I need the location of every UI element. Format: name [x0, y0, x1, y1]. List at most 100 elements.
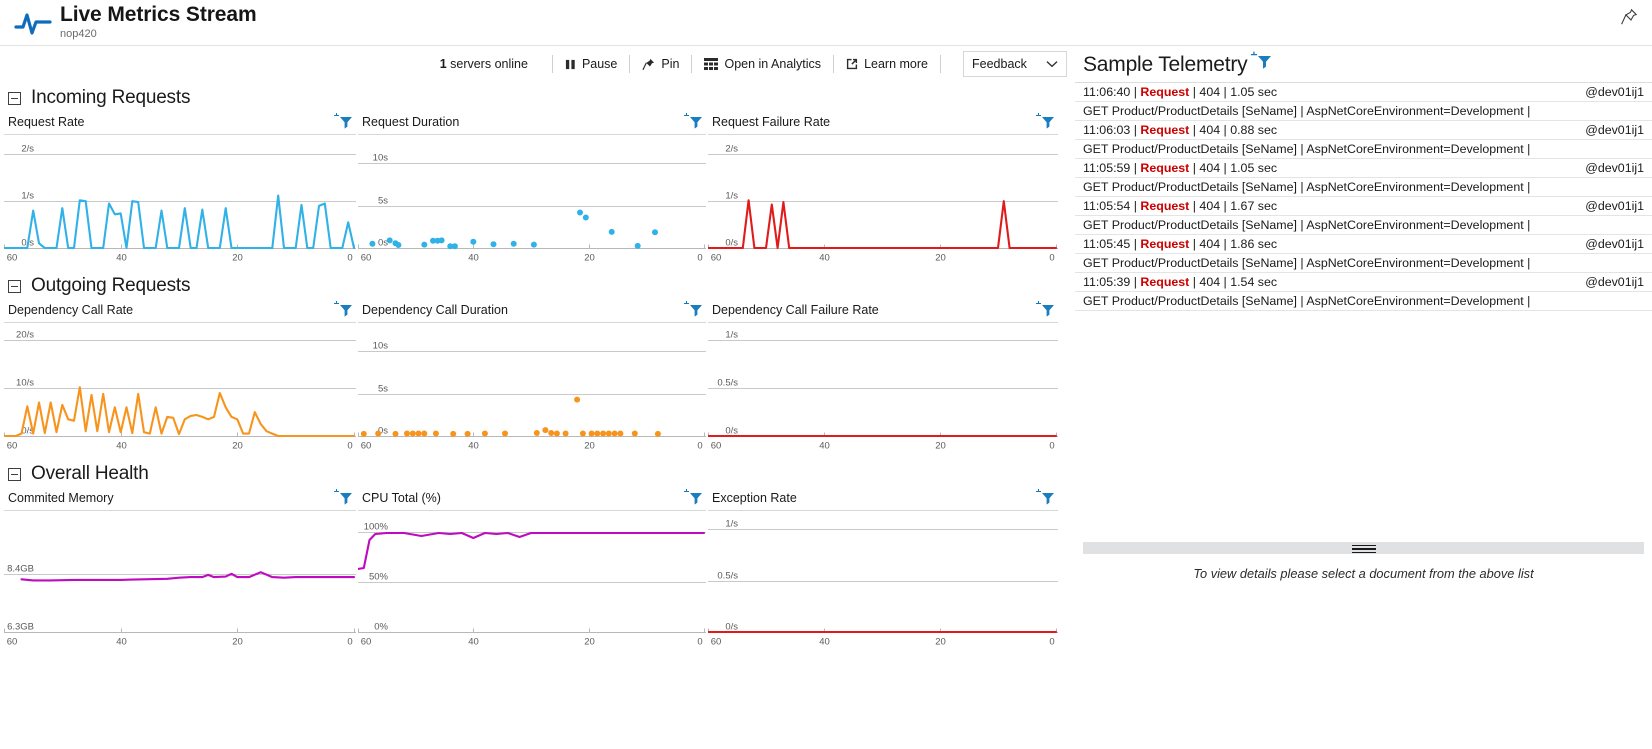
add-filter-icon[interactable]: [680, 300, 702, 320]
svg-text:0: 0: [1049, 253, 1054, 264]
list-item[interactable]: 11:05:45 | Request | 404 | 1.86 sec @dev…: [1075, 235, 1652, 254]
pin-button[interactable]: Pin: [640, 55, 681, 73]
add-filter-icon[interactable]: [680, 488, 702, 508]
telemetry-time: 11:05:59: [1083, 161, 1131, 175]
svg-text:40: 40: [468, 441, 479, 452]
svg-text:10/s: 10/s: [16, 378, 34, 389]
list-item[interactable]: GET Product/ProductDetails [SeName] | As…: [1075, 292, 1652, 311]
add-filter-icon[interactable]: [330, 488, 352, 508]
list-item[interactable]: GET Product/ProductDetails [SeName] | As…: [1075, 102, 1652, 121]
sample-telemetry-pane: Sample Telemetry 11:06:40 | Request | 40…: [1075, 46, 1652, 749]
telemetry-summary: 11:05:45 | Request | 404 | 1.86 sec: [1083, 237, 1278, 251]
analytics-grid-icon: [704, 58, 719, 70]
list-item[interactable]: 11:06:03 | Request | 404 | 0.88 sec @dev…: [1075, 121, 1652, 140]
chart-cpu-total: CPU Total (%) 0% 50% 100% 60 40 20 0: [358, 488, 708, 650]
chart-commited-memory: Commited Memory 6.3GB 8.4GB 60 40 20 0: [4, 488, 358, 650]
svg-text:60: 60: [361, 637, 372, 648]
list-item[interactable]: 11:05:59 | Request | 404 | 1.05 sec @dev…: [1075, 159, 1652, 178]
chart-request-failure-rate: Request Failure Rate 0/s 1/s 2/s 60 40 20 0: [708, 112, 1060, 266]
open-in-analytics-button[interactable]: Open in Analytics: [702, 55, 823, 73]
svg-text:40: 40: [468, 253, 479, 264]
svg-text:20: 20: [232, 441, 243, 452]
collapse-icon[interactable]: [8, 467, 21, 481]
list-item[interactable]: 11:06:40 | Request | 404 | 1.05 sec @dev…: [1075, 83, 1652, 102]
section-incoming-requests-header: Incoming Requests: [0, 82, 1075, 114]
toolbar-divider: [940, 55, 941, 73]
svg-text:40: 40: [819, 253, 830, 264]
svg-text:50%: 50%: [369, 572, 389, 583]
list-item[interactable]: 11:05:39 | Request | 404 | 1.54 sec @dev…: [1075, 273, 1652, 292]
svg-text:0.5/s: 0.5/s: [717, 378, 738, 389]
learn-more-button[interactable]: Learn more: [844, 55, 930, 73]
svg-text:60: 60: [7, 441, 18, 452]
telemetry-duration: 0.88 sec: [1230, 123, 1278, 137]
chart-canvas[interactable]: 0/s 1/s 2/s 60 40 20 0: [708, 134, 1060, 266]
toolbar-divider: [629, 55, 631, 73]
panel-splitter[interactable]: [1083, 542, 1644, 554]
chart-request-rate: Request Rate 0/s 1/s 2/s 60 40 20 0: [4, 112, 358, 266]
collapse-icon[interactable]: [8, 91, 21, 105]
external-link-icon: [846, 58, 858, 70]
list-item[interactable]: 11:05:54 | Request | 404 | 1.67 sec @dev…: [1075, 197, 1652, 216]
pin-icon[interactable]: [1620, 8, 1638, 26]
sample-telemetry-title: Sample Telemetry: [1083, 53, 1248, 76]
chart-request-duration: Request Duration 0s 5s 10s 60 40 20 0: [358, 112, 708, 266]
chart-canvas[interactable]: 0/s 1/s 2/s 60 40 20 0: [4, 134, 358, 266]
svg-text:0: 0: [347, 637, 352, 648]
svg-text:2/s: 2/s: [725, 144, 738, 155]
svg-text:0: 0: [697, 441, 702, 452]
chart-exception-rate: Exception Rate 0/s 0.5/s 1/s 60 40 20 0: [708, 488, 1060, 650]
svg-text:20: 20: [935, 253, 946, 264]
analytics-label: Open in Analytics: [724, 57, 822, 71]
chart-dependency-call-failure-rate: Dependency Call Failure Rate 0/s 0.5/s 1/s…: [708, 300, 1060, 454]
chart-canvas[interactable]: 0s 5s 10s 60 40 20 0: [358, 134, 708, 266]
add-filter-icon[interactable]: [1248, 49, 1272, 71]
telemetry-list[interactable]: 11:06:40 | Request | 404 | 1.05 sec @dev…: [1075, 82, 1652, 311]
chart-canvas[interactable]: 0% 50% 100% 60 40 20 0: [358, 510, 708, 650]
add-filter-icon[interactable]: [330, 112, 352, 132]
svg-text:60: 60: [711, 637, 722, 648]
telemetry-summary: 11:06:03 | Request | 404 | 0.88 sec: [1083, 123, 1278, 137]
detail-placeholder-message: To view details please select a document…: [1193, 566, 1534, 581]
svg-text:1/s: 1/s: [21, 191, 34, 202]
chart-canvas[interactable]: 0/s 10/s 20/s 60 40 20 0: [4, 322, 358, 454]
telemetry-summary: 11:05:59 | Request | 404 | 1.05 sec: [1083, 161, 1278, 175]
svg-text:0/s: 0/s: [725, 426, 738, 437]
chart-dependency-call-duration: Dependency Call Duration 0s 5s 10s 60 40 20 0: [358, 300, 708, 454]
chart-canvas[interactable]: 6.3GB 8.4GB 60 40 20 0: [4, 510, 358, 650]
chart-canvas[interactable]: 0s 5s 10s 60 40 20 0: [358, 322, 708, 454]
toolbar-divider: [551, 55, 553, 73]
svg-text:0%: 0%: [374, 622, 388, 633]
add-filter-icon[interactable]: [330, 300, 352, 320]
list-item[interactable]: GET Product/ProductDetails [SeName] | As…: [1075, 216, 1652, 235]
telemetry-time: 11:05:54: [1083, 199, 1131, 213]
telemetry-server: @dev01ij1: [1585, 161, 1644, 175]
pause-button[interactable]: Pause: [563, 55, 619, 73]
chevron-down-icon: [1046, 57, 1058, 71]
chart-row-incoming: Request Rate 0/s 1/s 2/s 60 40 20 0 Request Du…: [0, 112, 1075, 266]
svg-text:60: 60: [361, 253, 372, 264]
list-item[interactable]: GET Product/ProductDetails [SeName] | As…: [1075, 140, 1652, 159]
chart-canvas[interactable]: 0/s 0.5/s 1/s 60 40 20 0: [708, 510, 1060, 650]
telemetry-server: @dev01ij1: [1585, 123, 1644, 137]
add-filter-icon[interactable]: [1032, 488, 1054, 508]
list-item[interactable]: GET Product/ProductDetails [SeName] | As…: [1075, 254, 1652, 273]
chart-canvas[interactable]: 0/s 0.5/s 1/s 60 40 20 0: [708, 322, 1060, 454]
page-subtitle: nop420: [60, 28, 97, 40]
feedback-dropdown[interactable]: Feedback: [963, 51, 1067, 77]
add-filter-icon[interactable]: [1032, 112, 1054, 132]
toolbar-divider: [691, 55, 693, 73]
pin-icon: [642, 58, 655, 71]
list-item[interactable]: GET Product/ProductDetails [SeName] | As…: [1075, 178, 1652, 197]
collapse-icon[interactable]: [8, 279, 21, 293]
telemetry-server: @dev01ij1: [1585, 85, 1644, 99]
add-filter-icon[interactable]: [680, 112, 702, 132]
page-title: Live Metrics Stream: [60, 3, 257, 26]
svg-text:40: 40: [468, 637, 479, 648]
add-filter-icon[interactable]: [1032, 300, 1054, 320]
chart-row-health: Commited Memory 6.3GB 8.4GB 60 40 20 0 CPU To…: [0, 488, 1075, 650]
telemetry-detail: GET Product/ProductDetails [SeName] | As…: [1083, 256, 1531, 270]
telemetry-server: @dev01ij1: [1585, 199, 1644, 213]
telemetry-code: 404: [1199, 161, 1221, 175]
chart-title: Dependency Call Duration: [362, 303, 508, 317]
